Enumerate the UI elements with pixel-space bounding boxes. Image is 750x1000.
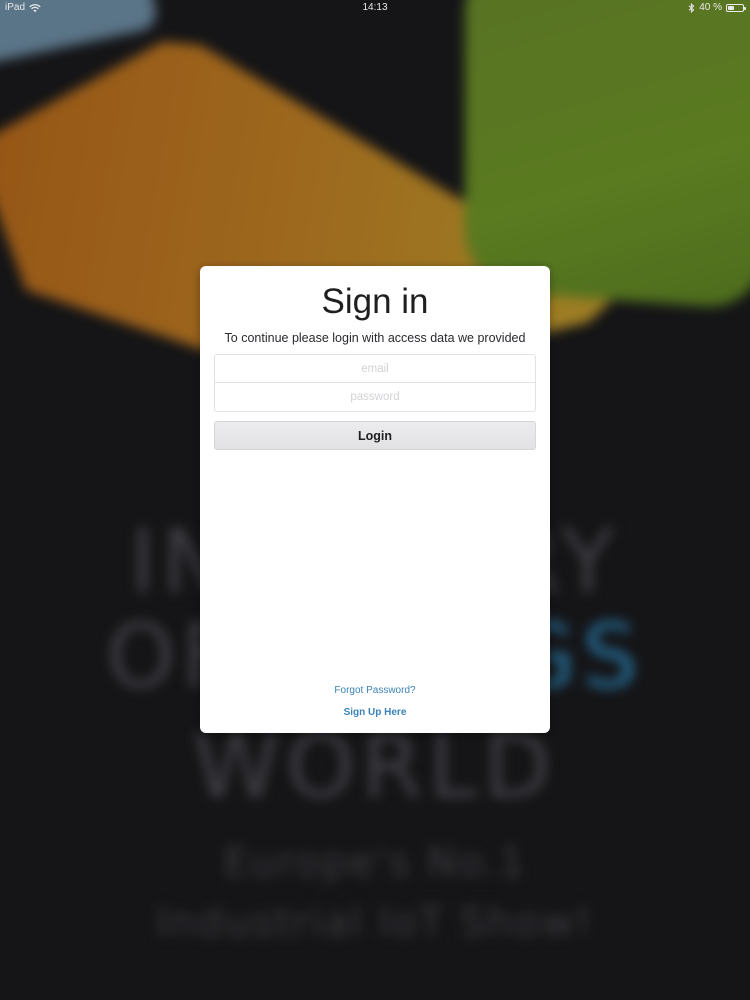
sign-in-modal: Sign in To continue please login with ac…	[200, 266, 550, 733]
battery-fill	[728, 6, 734, 10]
forgot-password-link[interactable]: Forgot Password?	[200, 685, 550, 696]
email-field[interactable]	[214, 354, 536, 383]
sign-up-link[interactable]: Sign Up Here	[200, 707, 550, 718]
password-field[interactable]	[214, 383, 536, 412]
sign-in-header: Sign in	[200, 282, 550, 322]
status-bar-time: 14:13	[362, 2, 388, 13]
status-bar: iPad 14:13 40 %	[0, 0, 750, 16]
bluetooth-icon	[688, 3, 695, 13]
battery-tip	[744, 7, 746, 10]
status-bar-right: 40 %	[688, 0, 746, 16]
sign-in-title: Sign in	[321, 282, 429, 321]
battery-icon	[726, 4, 746, 12]
sign-in-subtitle: To continue please login with access dat…	[224, 331, 526, 345]
login-button[interactable]: Login	[214, 421, 536, 450]
battery-percent: 40 %	[699, 2, 722, 13]
